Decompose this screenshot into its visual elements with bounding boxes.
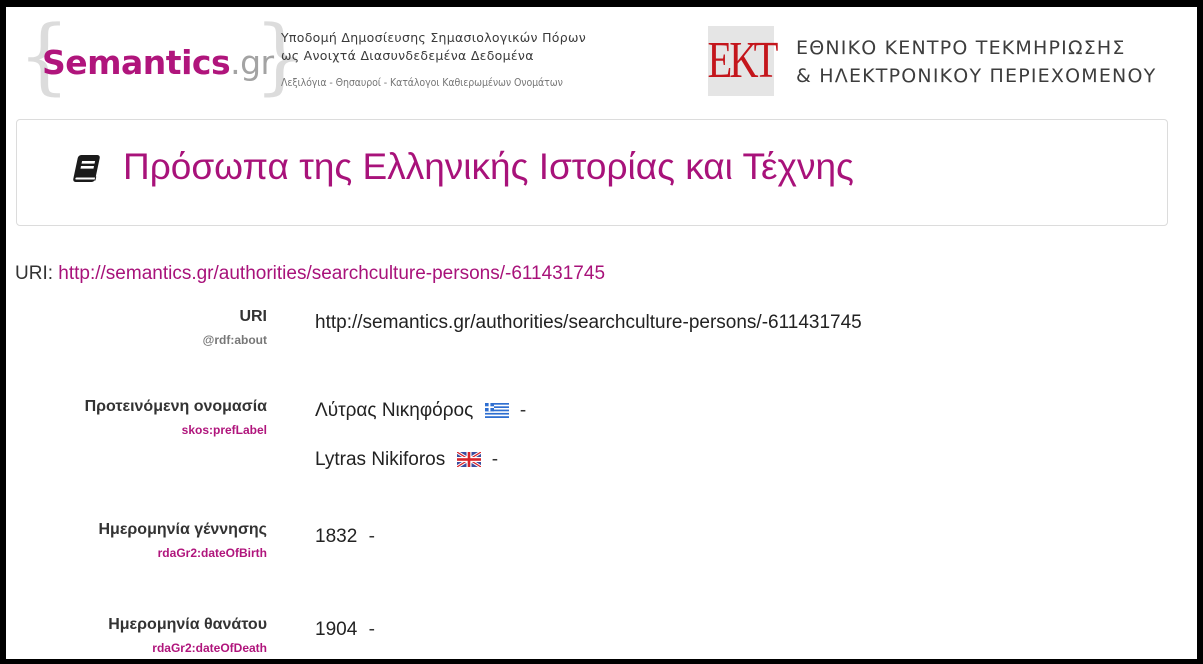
- property-name: Ημερομηνία θανάτου: [108, 616, 267, 633]
- logo-main-text: Semantics: [42, 43, 231, 82]
- property-name: Προτεινόμενη ονομασία: [84, 398, 267, 415]
- property-predicate-link[interactable]: skos:prefLabel: [15, 422, 267, 438]
- ekt-logo[interactable]: ΕΚΤ: [707, 26, 778, 96]
- uk-flag-icon: [456, 452, 481, 467]
- semantics-logo[interactable]: { Semantics.gr }: [18, 15, 306, 105]
- property-predicate-link[interactable]: rdaGr2:dateOfBirth: [15, 545, 267, 561]
- value-suffix: -: [519, 400, 527, 421]
- property-value-date-of-death: 1904 -: [315, 618, 375, 642]
- logo-wordmark: Semantics.gr: [42, 43, 274, 82]
- ekt-logo-text: ΕΚΤ: [707, 32, 778, 89]
- preflabel-english-text: Lytras Nikiforos: [315, 449, 446, 470]
- property-label-uri: URI @rdf:about: [15, 307, 267, 348]
- title-panel: Πρόσωπα της Ελληνικής Ιστορίας και Τέχνη…: [16, 119, 1168, 226]
- property-label-date-of-birth: Ημερομηνία γέννησης rdaGr2:dateOfBirth: [15, 520, 267, 561]
- property-predicate-link[interactable]: rdaGr2:dateOfDeath: [15, 640, 267, 656]
- uri-value-text: http://semantics.gr/authorities/searchcu…: [315, 312, 862, 333]
- book-icon: [73, 155, 100, 182]
- uri-link[interactable]: http://semantics.gr/authorities/searchcu…: [58, 263, 605, 284]
- property-name: Ημερομηνία γέννησης: [98, 521, 267, 538]
- site-tagline: Υποδομή Δημοσίευσης Σημασιολογικών Πόρων…: [281, 29, 701, 89]
- value-suffix: -: [368, 526, 375, 547]
- property-value-uri: http://semantics.gr/authorities/searchcu…: [315, 311, 862, 335]
- ekt-name-line-1: ΕΘΝΙΚΟ ΚΕΝΤΡΟ ΤΕΚΜΗΡΙΩΣΗΣ: [796, 37, 1126, 59]
- value-suffix: -: [491, 449, 499, 470]
- property-value-preflabel-english: Lytras Nikiforos -: [315, 448, 498, 472]
- property-name: URI: [239, 308, 267, 325]
- property-value-date-of-birth: 1832 -: [315, 525, 375, 549]
- property-label-preflabel: Προτεινόμενη ονομασία skos:prefLabel: [15, 397, 267, 438]
- ekt-name-line-2: & ΗΛΕΚΤΡΟΝΙΚΟΥ ΠΕΡΙΕΧΟΜΕΝΟΥ: [796, 65, 1157, 87]
- property-label-date-of-death: Ημερομηνία θανάτου rdaGr2:dateOfDeath: [15, 615, 267, 656]
- preflabel-greek-text: Λύτρας Νικηφόρος: [315, 400, 474, 421]
- page-title: Πρόσωπα της Ελληνικής Ιστορίας και Τέχνη…: [123, 146, 854, 187]
- property-predicate: @rdf:about: [202, 333, 267, 347]
- date-of-death-text: 1904: [315, 619, 358, 640]
- tagline-line-1: Υποδομή Δημοσίευσης Σημασιολογικών Πόρων: [281, 30, 587, 45]
- value-suffix: -: [368, 619, 375, 640]
- date-of-birth-text: 1832: [315, 526, 358, 547]
- property-value-preflabel-greek: Λύτρας Νικηφόρος -: [315, 399, 526, 423]
- site-header: { Semantics.gr } Υποδομή Δημοσίευσης Σημ…: [6, 7, 1197, 110]
- tagline-line-3: Λεξιλόγια - Θησαυροί - Κατάλογοι Καθιερω…: [281, 77, 563, 89]
- uri-line: URI: http://semantics.gr/authorities/sea…: [15, 263, 605, 285]
- tagline-line-2: ως Ανοιχτά Διασυνδεδεμένα Δεδομένα: [281, 48, 534, 63]
- ekt-organization-name: ΕΘΝΙΚΟ ΚΕΝΤΡΟ ΤΕΚΜΗΡΙΩΣΗΣ & ΗΛΕΚΤΡΟΝΙΚΟΥ…: [796, 34, 1156, 90]
- greek-flag-icon: [484, 403, 509, 418]
- uri-prefix-label: URI:: [15, 263, 59, 284]
